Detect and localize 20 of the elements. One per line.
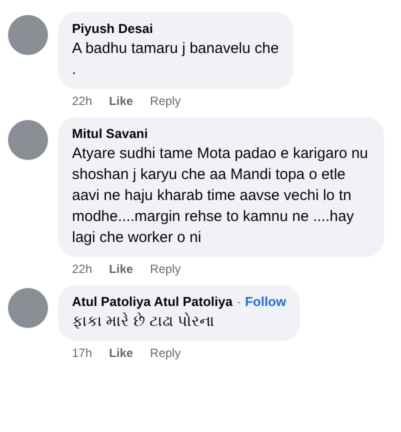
- comment-text: Atyare sudhi tame Mota padao e karigaro nu shoshan j karyu che aa Mandi topa o etle aavi ne haju kharab time aavse vechi lo tn modhe....margin rehse to kamnu ne ....hay lagi che worker o ni: [72, 144, 370, 248]
- comment-text: A badhu tamaru j banavelu che .: [72, 39, 279, 80]
- separator-dot: ·: [236, 293, 241, 311]
- comment-time: 22h: [72, 261, 92, 277]
- comment-action-link[interactable]: Like: [109, 345, 134, 361]
- author-name[interactable]: Atul Patoliya Atul Patoliya: [72, 293, 233, 311]
- comment-time: 17h: [72, 345, 92, 361]
- comment-text: ફાકા મારે છે ટાઢા પોરના: [72, 312, 216, 332]
- comment-action-link[interactable]: Reply: [150, 345, 181, 361]
- avatar-photo[interactable]: [8, 15, 48, 55]
- comment-action-link[interactable]: Reply: [150, 261, 181, 277]
- avatar-photo[interactable]: [8, 120, 48, 160]
- comment-action-link[interactable]: Reply: [150, 93, 181, 109]
- follow-link[interactable]: Follow: [244, 293, 286, 311]
- comment-time: 22h: [72, 93, 92, 109]
- author-name[interactable]: Mitul Savani: [72, 125, 148, 143]
- author-name[interactable]: Piyush Desai: [72, 20, 153, 38]
- comment-action-link[interactable]: Like: [109, 261, 134, 277]
- avatar-photo[interactable]: [8, 288, 48, 328]
- comment-action-link[interactable]: Like: [109, 93, 134, 109]
